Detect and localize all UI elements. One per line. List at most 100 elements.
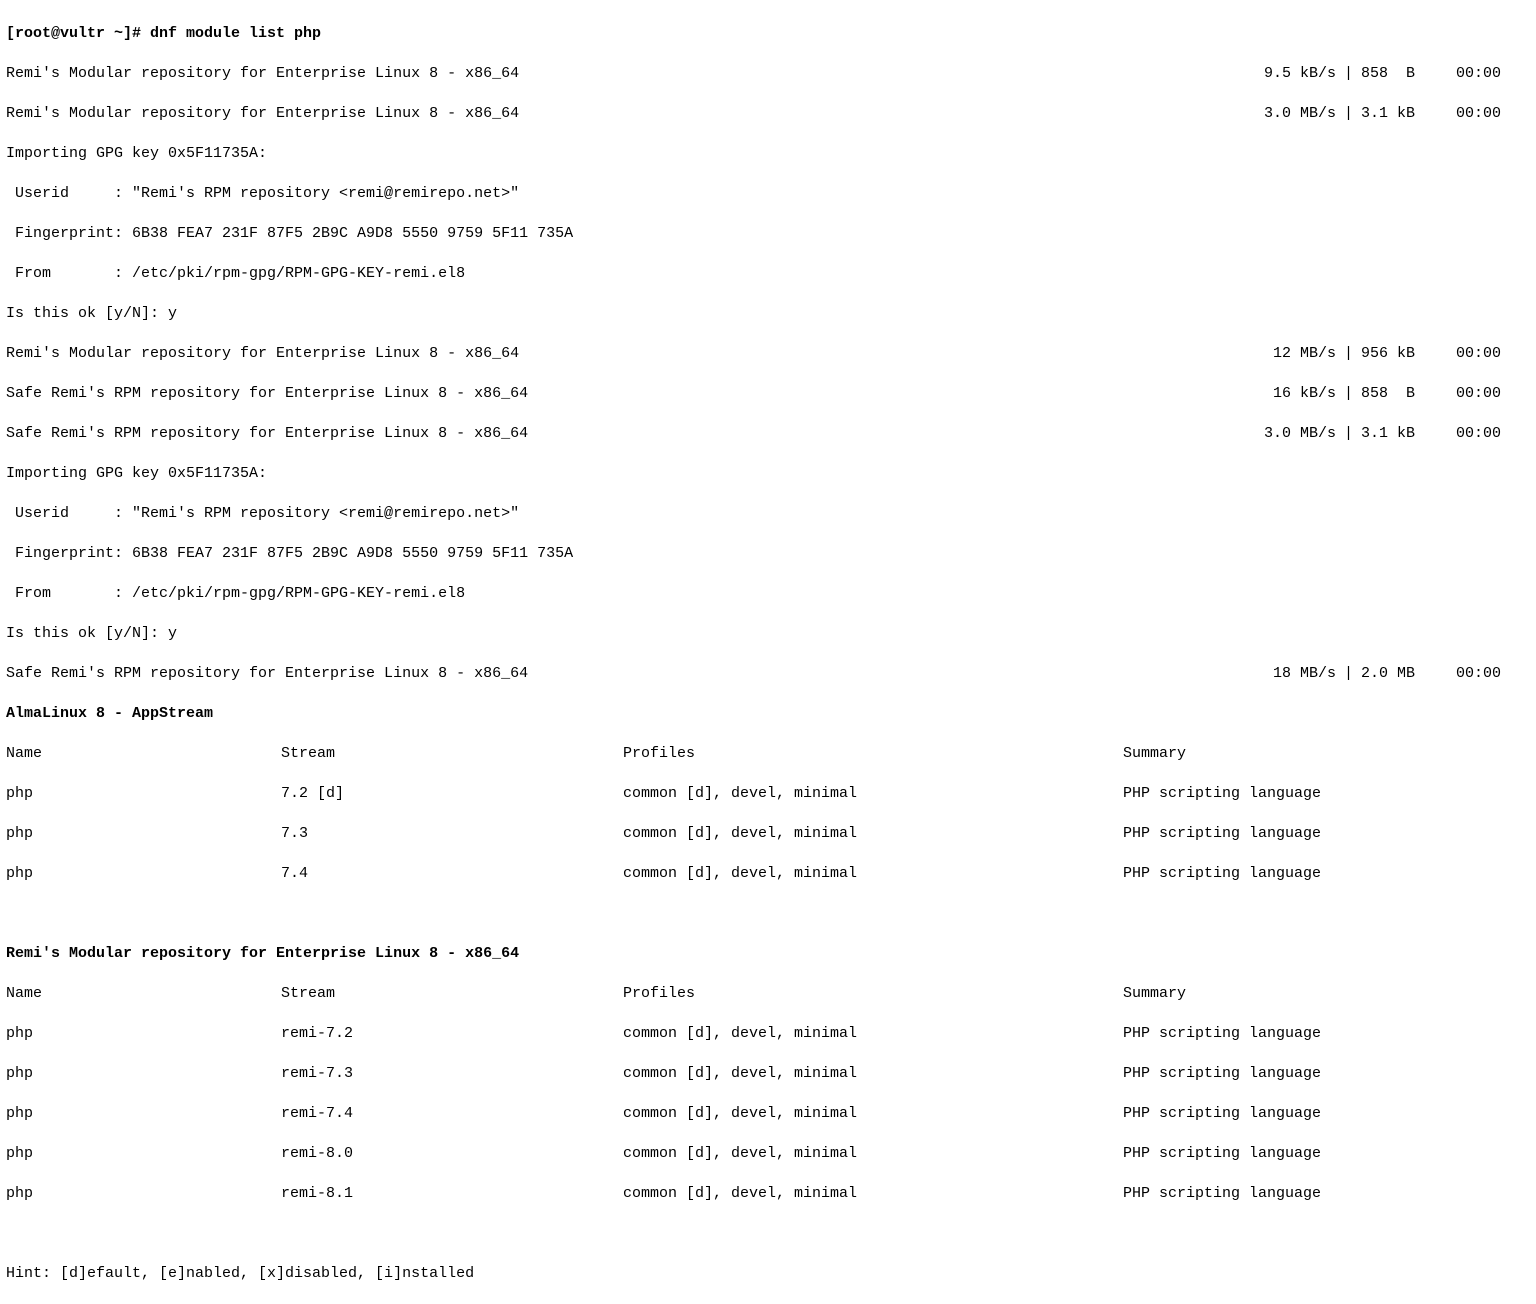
header-summary: Summary xyxy=(1123,744,1530,764)
terminal-output: [root@vultr ~]# dnf module list php Remi… xyxy=(0,0,1536,1304)
cell-stream: remi-7.3 xyxy=(281,1064,623,1084)
cell-name: php xyxy=(6,784,281,804)
module-header-row: NameStreamProfilesSummary xyxy=(6,744,1530,764)
download-text: Remi's Modular repository for Enterprise… xyxy=(6,104,1236,124)
download-time: 00:00 xyxy=(1431,384,1501,404)
download-time: 00:00 xyxy=(1431,64,1501,84)
gpg-from: From : /etc/pki/rpm-gpg/RPM-GPG-KEY-remi… xyxy=(6,584,1530,604)
download-text: Remi's Modular repository for Enterprise… xyxy=(6,64,1236,84)
download-line: Remi's Modular repository for Enterprise… xyxy=(6,344,1530,364)
cell-summary: PHP scripting language xyxy=(1123,824,1530,844)
download-size: 858 B xyxy=(1361,64,1431,84)
cell-summary: PHP scripting language xyxy=(1123,1024,1530,1044)
download-speed: 18 MB/s xyxy=(1236,664,1336,684)
cell-profiles: common [d], devel, minimal xyxy=(623,1024,1123,1044)
cell-profiles: common [d], devel, minimal xyxy=(623,1064,1123,1084)
download-text: Remi's Modular repository for Enterprise… xyxy=(6,344,1236,364)
download-speed: 12 MB/s xyxy=(1236,344,1336,364)
download-time: 00:00 xyxy=(1431,104,1501,124)
cell-profiles: common [d], devel, minimal xyxy=(623,1184,1123,1204)
pipe-separator: | xyxy=(1336,384,1361,404)
cell-name: php xyxy=(6,1064,281,1084)
module-section-title: AlmaLinux 8 - AppStream xyxy=(6,704,1530,724)
module-row: php7.2 [d]common [d], devel, minimalPHP … xyxy=(6,784,1530,804)
download-speed: 3.0 MB/s xyxy=(1236,424,1336,444)
cell-profiles: common [d], devel, minimal xyxy=(623,784,1123,804)
cell-name: php xyxy=(6,864,281,884)
cell-stream: 7.4 xyxy=(281,864,623,884)
cell-stream: remi-7.4 xyxy=(281,1104,623,1124)
download-line: Remi's Modular repository for Enterprise… xyxy=(6,64,1530,84)
module-section-title: Remi's Modular repository for Enterprise… xyxy=(6,944,1530,964)
shell-prompt: [root@vultr ~]# dnf module list php xyxy=(6,24,1530,44)
cell-stream: 7.3 xyxy=(281,824,623,844)
cell-stream: remi-8.1 xyxy=(281,1184,623,1204)
cell-profiles: common [d], devel, minimal xyxy=(623,1144,1123,1164)
header-stream: Stream xyxy=(281,984,623,1004)
gpg-fingerprint: Fingerprint: 6B38 FEA7 231F 87F5 2B9C A9… xyxy=(6,544,1530,564)
download-line: Safe Remi's RPM repository for Enterpris… xyxy=(6,664,1530,684)
gpg-from: From : /etc/pki/rpm-gpg/RPM-GPG-KEY-remi… xyxy=(6,264,1530,284)
download-time: 00:00 xyxy=(1431,664,1501,684)
header-summary: Summary xyxy=(1123,984,1530,1004)
module-row: phpremi-8.0common [d], devel, minimalPHP… xyxy=(6,1144,1530,1164)
module-row: php7.4common [d], devel, minimalPHP scri… xyxy=(6,864,1530,884)
gpg-fingerprint: Fingerprint: 6B38 FEA7 231F 87F5 2B9C A9… xyxy=(6,224,1530,244)
download-time: 00:00 xyxy=(1431,424,1501,444)
cell-summary: PHP scripting language xyxy=(1123,1184,1530,1204)
cell-profiles: common [d], devel, minimal xyxy=(623,1104,1123,1124)
cell-name: php xyxy=(6,1184,281,1204)
download-speed: 3.0 MB/s xyxy=(1236,104,1336,124)
gpg-header: Importing GPG key 0x5F11735A: xyxy=(6,464,1530,484)
cell-summary: PHP scripting language xyxy=(1123,784,1530,804)
pipe-separator: | xyxy=(1336,344,1361,364)
download-speed: 16 kB/s xyxy=(1236,384,1336,404)
download-line: Safe Remi's RPM repository for Enterpris… xyxy=(6,384,1530,404)
download-text: Safe Remi's RPM repository for Enterpris… xyxy=(6,384,1236,404)
pipe-separator: | xyxy=(1336,664,1361,684)
cell-profiles: common [d], devel, minimal xyxy=(623,824,1123,844)
gpg-userid: Userid : "Remi's RPM repository <remi@re… xyxy=(6,504,1530,524)
header-stream: Stream xyxy=(281,744,623,764)
download-speed: 9.5 kB/s xyxy=(1236,64,1336,84)
cell-name: php xyxy=(6,1104,281,1124)
download-size: 2.0 MB xyxy=(1361,664,1431,684)
gpg-confirm[interactable]: Is this ok [y/N]: y xyxy=(6,624,1530,644)
module-row: phpremi-8.1common [d], devel, minimalPHP… xyxy=(6,1184,1530,1204)
cell-profiles: common [d], devel, minimal xyxy=(623,864,1123,884)
download-size: 956 kB xyxy=(1361,344,1431,364)
download-time: 00:00 xyxy=(1431,344,1501,364)
module-row: phpremi-7.4common [d], devel, minimalPHP… xyxy=(6,1104,1530,1124)
header-name: Name xyxy=(6,984,281,1004)
cell-stream: remi-7.2 xyxy=(281,1024,623,1044)
cell-summary: PHP scripting language xyxy=(1123,1104,1530,1124)
cell-name: php xyxy=(6,1024,281,1044)
cell-summary: PHP scripting language xyxy=(1123,1064,1530,1084)
cell-summary: PHP scripting language xyxy=(1123,864,1530,884)
download-size: 3.1 kB xyxy=(1361,104,1431,124)
download-text: Safe Remi's RPM repository for Enterpris… xyxy=(6,424,1236,444)
pipe-separator: | xyxy=(1336,424,1361,444)
download-size: 3.1 kB xyxy=(1361,424,1431,444)
pipe-separator: | xyxy=(1336,104,1361,124)
cell-stream: 7.2 [d] xyxy=(281,784,623,804)
download-size: 858 B xyxy=(1361,384,1431,404)
gpg-userid: Userid : "Remi's RPM repository <remi@re… xyxy=(6,184,1530,204)
header-name: Name xyxy=(6,744,281,764)
cell-stream: remi-8.0 xyxy=(281,1144,623,1164)
cell-name: php xyxy=(6,1144,281,1164)
module-row: php7.3common [d], devel, minimalPHP scri… xyxy=(6,824,1530,844)
header-profiles: Profiles xyxy=(623,744,1123,764)
header-profiles: Profiles xyxy=(623,984,1123,1004)
module-row: phpremi-7.3common [d], devel, minimalPHP… xyxy=(6,1064,1530,1084)
module-header-row: NameStreamProfilesSummary xyxy=(6,984,1530,1004)
module-row: phpremi-7.2common [d], devel, minimalPHP… xyxy=(6,1024,1530,1044)
hint-line: Hint: [d]efault, [e]nabled, [x]disabled,… xyxy=(6,1264,1530,1284)
cell-summary: PHP scripting language xyxy=(1123,1144,1530,1164)
download-line: Safe Remi's RPM repository for Enterpris… xyxy=(6,424,1530,444)
pipe-separator: | xyxy=(1336,64,1361,84)
gpg-confirm[interactable]: Is this ok [y/N]: y xyxy=(6,304,1530,324)
gpg-header: Importing GPG key 0x5F11735A: xyxy=(6,144,1530,164)
download-line: Remi's Modular repository for Enterprise… xyxy=(6,104,1530,124)
cell-name: php xyxy=(6,824,281,844)
